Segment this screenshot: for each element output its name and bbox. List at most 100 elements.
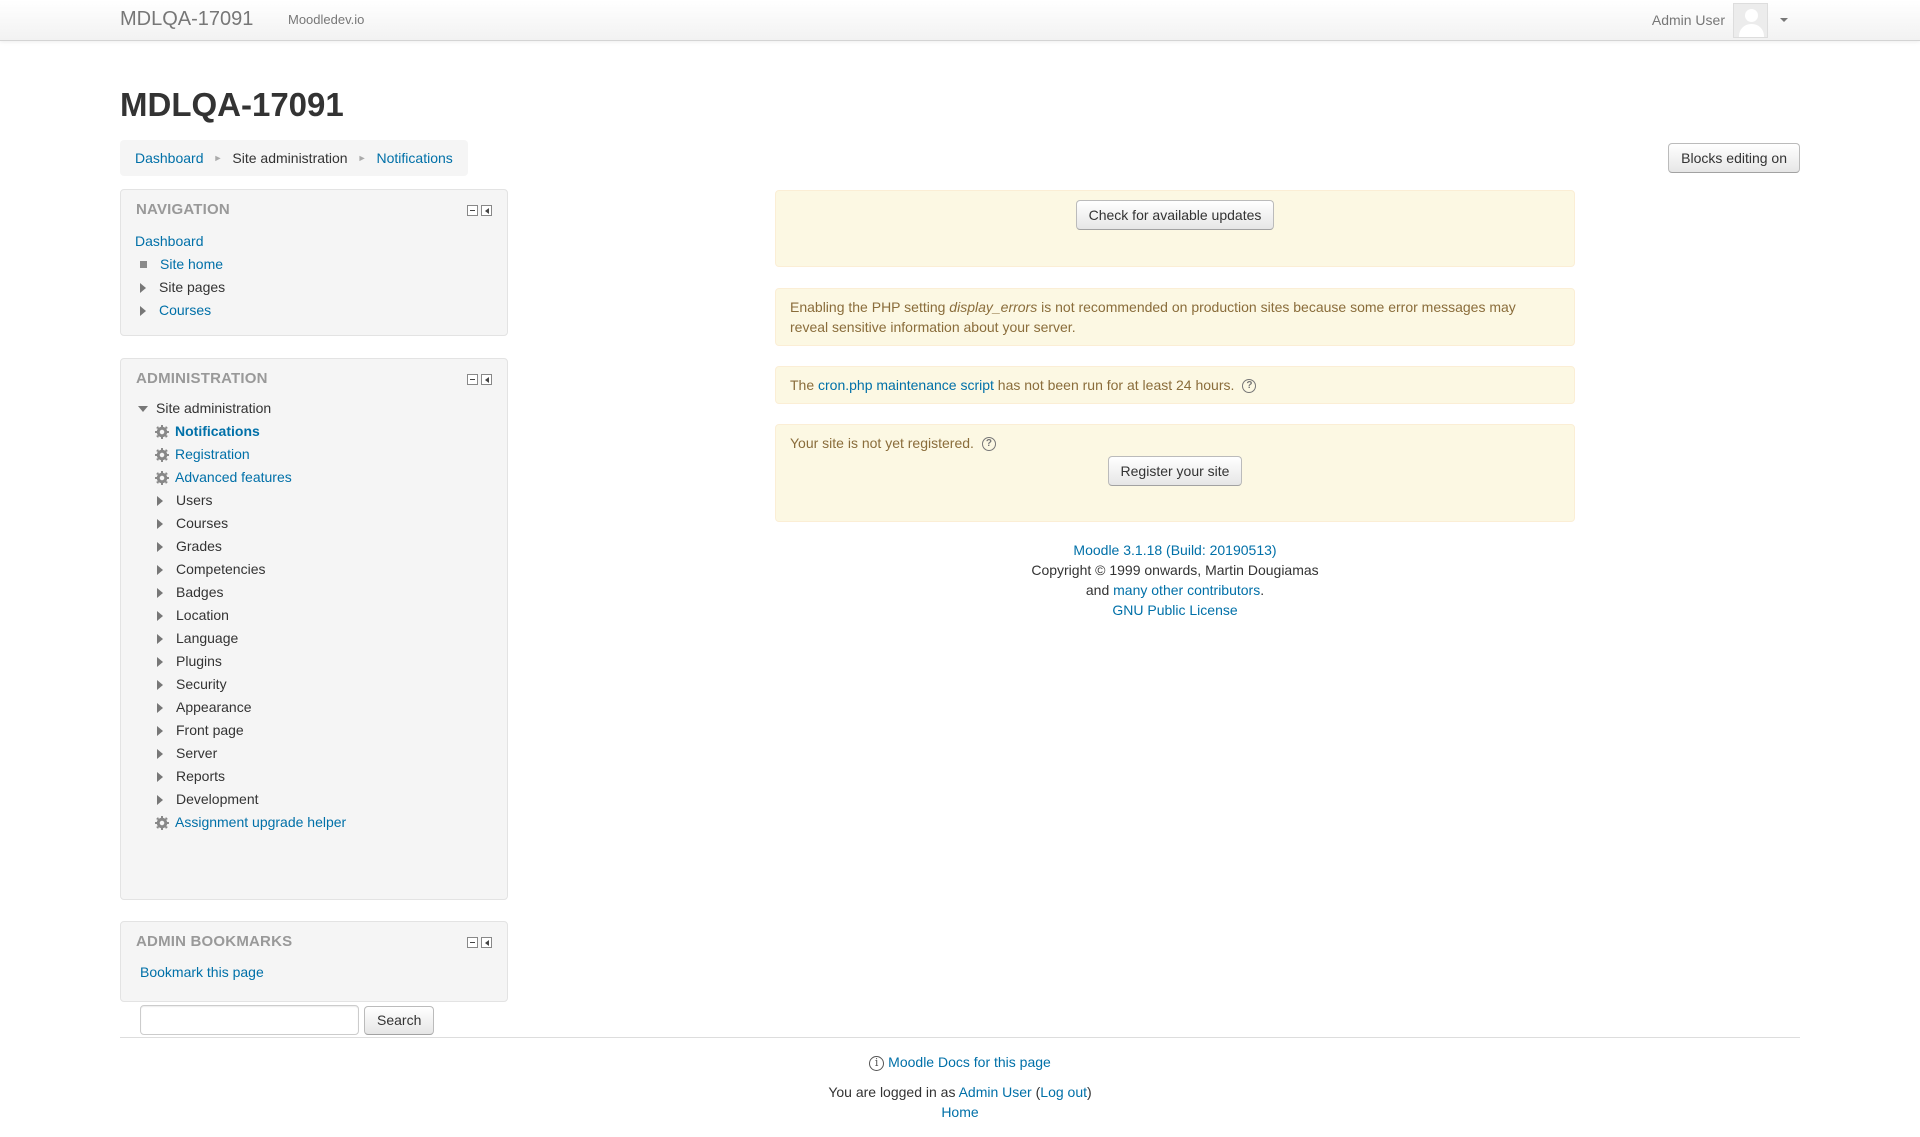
gear-icon	[155, 447, 169, 462]
admin-category-appearance[interactable]: Appearance	[176, 696, 252, 719]
expand-arrow-icon[interactable]	[157, 518, 163, 529]
moodle-docs-link[interactable]: Moodle Docs for this page	[888, 1054, 1051, 1070]
version-info: Moodle 3.1.18 (Build: 20190513) Copyrigh…	[775, 540, 1575, 620]
docs-footer: i Moodle Docs for this page	[0, 1052, 1920, 1072]
register-site-button[interactable]: Register your site	[1107, 456, 1243, 486]
logout-link[interactable]: Log out	[1040, 1084, 1087, 1100]
brand-link[interactable]: MDLQA-17091	[120, 8, 253, 31]
help-icon[interactable]: ?	[981, 437, 996, 452]
block-title: ADMIN BOOKMARKS	[136, 933, 293, 950]
home-link[interactable]: Home	[941, 1104, 978, 1120]
admin-search-button[interactable]: Search	[364, 1005, 435, 1035]
expand-arrow-icon[interactable]	[157, 679, 163, 690]
and-text: and	[1085, 582, 1114, 598]
admin-assignment-upgrade-helper-link[interactable]: Assignment upgrade helper	[175, 811, 346, 834]
chevron-down-icon[interactable]	[1780, 18, 1788, 22]
nav-courses-link[interactable]: Courses	[159, 299, 211, 322]
bookmark-this-page-link[interactable]: Bookmark this page	[140, 964, 264, 980]
expand-arrow-icon[interactable]	[157, 587, 163, 598]
minimize-icon[interactable]	[467, 205, 478, 216]
admin-category-plugins[interactable]: Plugins	[176, 650, 222, 673]
nav-site-home-link[interactable]: Site home	[160, 253, 223, 276]
bullet-icon	[140, 261, 147, 268]
moodle-version-link[interactable]: Moodle 3.1.18 (Build: 20190513)	[1073, 542, 1276, 558]
breadcrumb-dashboard[interactable]: Dashboard	[135, 150, 204, 166]
cron-maintenance-link[interactable]: cron.php maintenance script	[818, 377, 994, 393]
admin-category-location[interactable]: Location	[176, 604, 229, 627]
php-warning-setting: display_errors	[949, 299, 1038, 315]
moodledev-link[interactable]: Moodledev.io	[288, 12, 364, 27]
expand-arrow-icon[interactable]	[157, 794, 163, 805]
registration-alert: Your site is not yet registered.? Regist…	[775, 424, 1575, 522]
period-text: .	[1260, 582, 1265, 598]
expand-arrow-icon[interactable]	[157, 495, 163, 506]
updates-alert: Check for available updates	[775, 190, 1575, 267]
admin-category-competencies[interactable]: Competencies	[176, 558, 266, 581]
page-title: MDLQA-17091	[120, 86, 344, 123]
minimize-icon[interactable]	[467, 937, 478, 948]
admin-category-front-page[interactable]: Front page	[176, 719, 244, 742]
admin-category-badges[interactable]: Badges	[176, 581, 223, 604]
admin-search-input[interactable]	[140, 1005, 359, 1035]
dock-icon[interactable]	[481, 937, 492, 948]
blocks-editing-button[interactable]: Blocks editing on	[1668, 143, 1800, 173]
admin-category-courses[interactable]: Courses	[176, 512, 228, 535]
check-updates-button[interactable]: Check for available updates	[1075, 200, 1275, 230]
admin-category-users[interactable]: Users	[176, 489, 213, 512]
gnu-license-link[interactable]: GNU Public License	[1112, 602, 1237, 618]
dock-icon[interactable]	[481, 205, 492, 216]
user-name[interactable]: Admin User	[1652, 12, 1725, 28]
collapse-arrow-icon[interactable]	[138, 405, 148, 412]
admin-category-security[interactable]: Security	[176, 673, 227, 696]
cron-prefix: The	[790, 377, 819, 393]
info-icon: i	[869, 1055, 885, 1071]
expand-arrow-icon[interactable]	[140, 305, 146, 316]
expand-arrow-icon[interactable]	[157, 748, 163, 759]
login-info: You are logged in as Admin User (Log out…	[0, 1082, 1920, 1102]
gear-icon	[155, 470, 169, 485]
php-display-errors-alert: Enabling the PHP setting display_errors …	[775, 288, 1575, 346]
user-menu[interactable]: Admin User	[1652, 2, 1788, 38]
home-footer: Home	[0, 1102, 1920, 1122]
expand-arrow-icon[interactable]	[157, 564, 163, 575]
admin-registration-link[interactable]: Registration	[175, 443, 250, 466]
expand-arrow-icon[interactable]	[157, 541, 163, 552]
block-controls	[467, 205, 492, 216]
admin-category-development[interactable]: Development	[176, 788, 259, 811]
expand-arrow-icon[interactable]	[140, 282, 146, 293]
administration-tree: Site administration Notifications Regist…	[136, 397, 346, 834]
breadcrumb-notifications[interactable]: Notifications	[377, 150, 453, 166]
admin-site-administration[interactable]: Site administration	[156, 397, 271, 420]
navigation-block: NAVIGATION Dashboard Site home Site page…	[120, 189, 508, 336]
top-navbar: MDLQA-17091 Moodledev.io Admin User	[0, 0, 1920, 41]
admin-notifications-link[interactable]: Notifications	[175, 420, 260, 443]
admin-category-reports[interactable]: Reports	[176, 765, 225, 788]
navigation-tree: Dashboard Site home Site pages Courses	[135, 230, 225, 322]
breadcrumb-site-administration[interactable]: Site administration	[232, 150, 347, 166]
administration-block: ADMINISTRATION Site administration Notif…	[120, 358, 508, 1035]
block-title: NAVIGATION	[136, 201, 230, 218]
expand-arrow-icon[interactable]	[157, 771, 163, 782]
admin-search-form: Search	[140, 1005, 435, 1035]
breadcrumb: Dashboard ► Site administration ► Notifi…	[120, 140, 468, 176]
dock-icon[interactable]	[481, 374, 492, 385]
help-icon[interactable]: ?	[1242, 379, 1257, 394]
expand-arrow-icon[interactable]	[157, 633, 163, 644]
admin-bookmarks-block: ADMIN BOOKMARKS Bookmark this page	[120, 921, 508, 1002]
nav-dashboard-link[interactable]: Dashboard	[135, 230, 204, 253]
admin-category-language[interactable]: Language	[176, 627, 238, 650]
footer-user-link[interactable]: Admin User	[959, 1084, 1032, 1100]
avatar[interactable]	[1733, 2, 1768, 38]
admin-category-server[interactable]: Server	[176, 742, 217, 765]
contributors-link[interactable]: many other contributors	[1113, 582, 1260, 598]
nav-site-pages[interactable]: Site pages	[159, 276, 225, 299]
expand-arrow-icon[interactable]	[157, 702, 163, 713]
minimize-icon[interactable]	[467, 374, 478, 385]
expand-arrow-icon[interactable]	[157, 656, 163, 667]
block-title: ADMINISTRATION	[136, 370, 268, 387]
expand-arrow-icon[interactable]	[157, 725, 163, 736]
admin-advanced-features-link[interactable]: Advanced features	[175, 466, 292, 489]
expand-arrow-icon[interactable]	[157, 610, 163, 621]
block-controls	[467, 937, 492, 948]
admin-category-grades[interactable]: Grades	[176, 535, 222, 558]
